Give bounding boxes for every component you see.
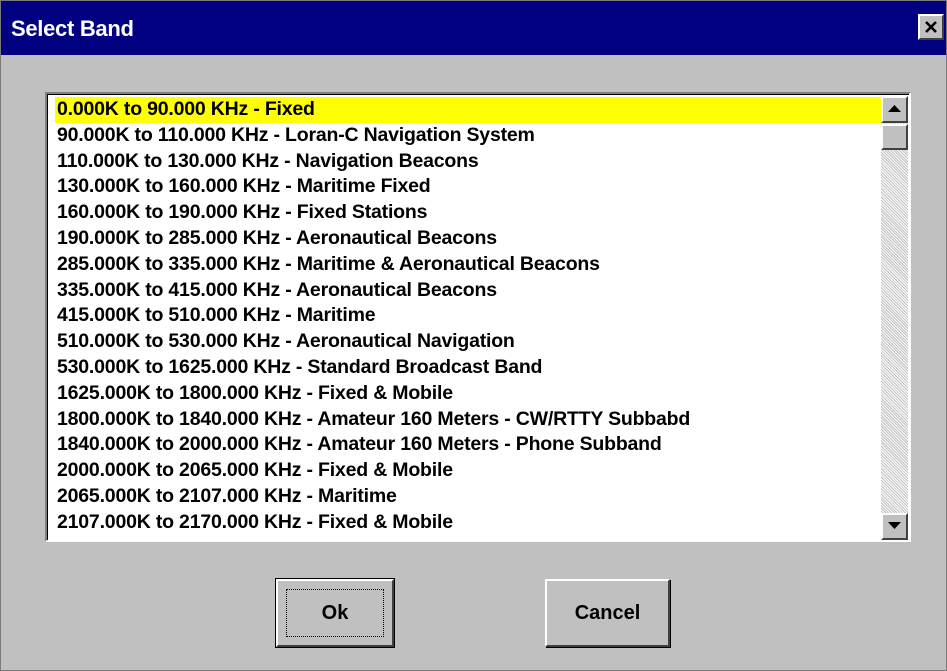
list-item[interactable]: 1840.000K to 2000.000 KHz - Amateur 160 …: [55, 432, 881, 458]
cancel-button-label: Cancel: [574, 602, 641, 624]
vertical-scrollbar[interactable]: [881, 96, 908, 540]
select-band-dialog: Select Band 0.000K to 90.000 KHz - Fixed…: [0, 0, 947, 671]
list-item[interactable]: 130.000K to 160.000 KHz - Maritime Fixed: [55, 174, 881, 200]
list-item[interactable]: 0.000K to 90.000 KHz - Fixed: [55, 97, 881, 123]
list-item[interactable]: 2065.000K to 2107.000 KHz - Maritime: [55, 484, 881, 510]
arrow-up-icon: [888, 105, 901, 112]
list-item[interactable]: 1625.000K to 1800.000 KHz - Fixed & Mobi…: [55, 381, 881, 407]
ok-button[interactable]: Ok: [275, 578, 395, 648]
close-icon: [925, 21, 937, 33]
list-item[interactable]: 2107.000K to 2170.000 KHz - Fixed & Mobi…: [55, 510, 881, 536]
list-item[interactable]: 1800.000K to 1840.000 KHz - Amateur 160 …: [55, 407, 881, 433]
list-item[interactable]: 90.000K to 110.000 KHz - Loran-C Navigat…: [55, 123, 881, 149]
list-item[interactable]: 510.000K to 530.000 KHz - Aeronautical N…: [55, 329, 881, 355]
list-item[interactable]: 285.000K to 335.000 KHz - Maritime & Aer…: [55, 252, 881, 278]
scroll-up-button[interactable]: [881, 96, 908, 123]
list-item[interactable]: 110.000K to 130.000 KHz - Navigation Bea…: [55, 149, 881, 175]
window-title: Select Band: [11, 16, 134, 41]
list-item[interactable]: 190.000K to 285.000 KHz - Aeronautical B…: [55, 226, 881, 252]
list-item[interactable]: 160.000K to 190.000 KHz - Fixed Stations: [55, 200, 881, 226]
list-item[interactable]: 530.000K to 1625.000 KHz - Standard Broa…: [55, 355, 881, 381]
ok-button-label: Ok: [321, 602, 349, 624]
scroll-down-button[interactable]: [881, 513, 908, 540]
title-bar[interactable]: Select Band: [1, 1, 946, 55]
list-item[interactable]: 335.000K to 415.000 KHz - Aeronautical B…: [55, 278, 881, 304]
list-item[interactable]: 415.000K to 510.000 KHz - Maritime: [55, 303, 881, 329]
arrow-down-icon: [888, 522, 901, 529]
band-list: 0.000K to 90.000 KHz - Fixed 90.000K to 1…: [55, 97, 881, 540]
cancel-button[interactable]: Cancel: [545, 579, 670, 647]
band-listbox[interactable]: 0.000K to 90.000 KHz - Fixed 90.000K to 1…: [45, 92, 911, 542]
scroll-thumb[interactable]: [881, 124, 908, 150]
list-item[interactable]: 2000.000K to 2065.000 KHz - Fixed & Mobi…: [55, 458, 881, 484]
close-button[interactable]: [918, 14, 944, 40]
